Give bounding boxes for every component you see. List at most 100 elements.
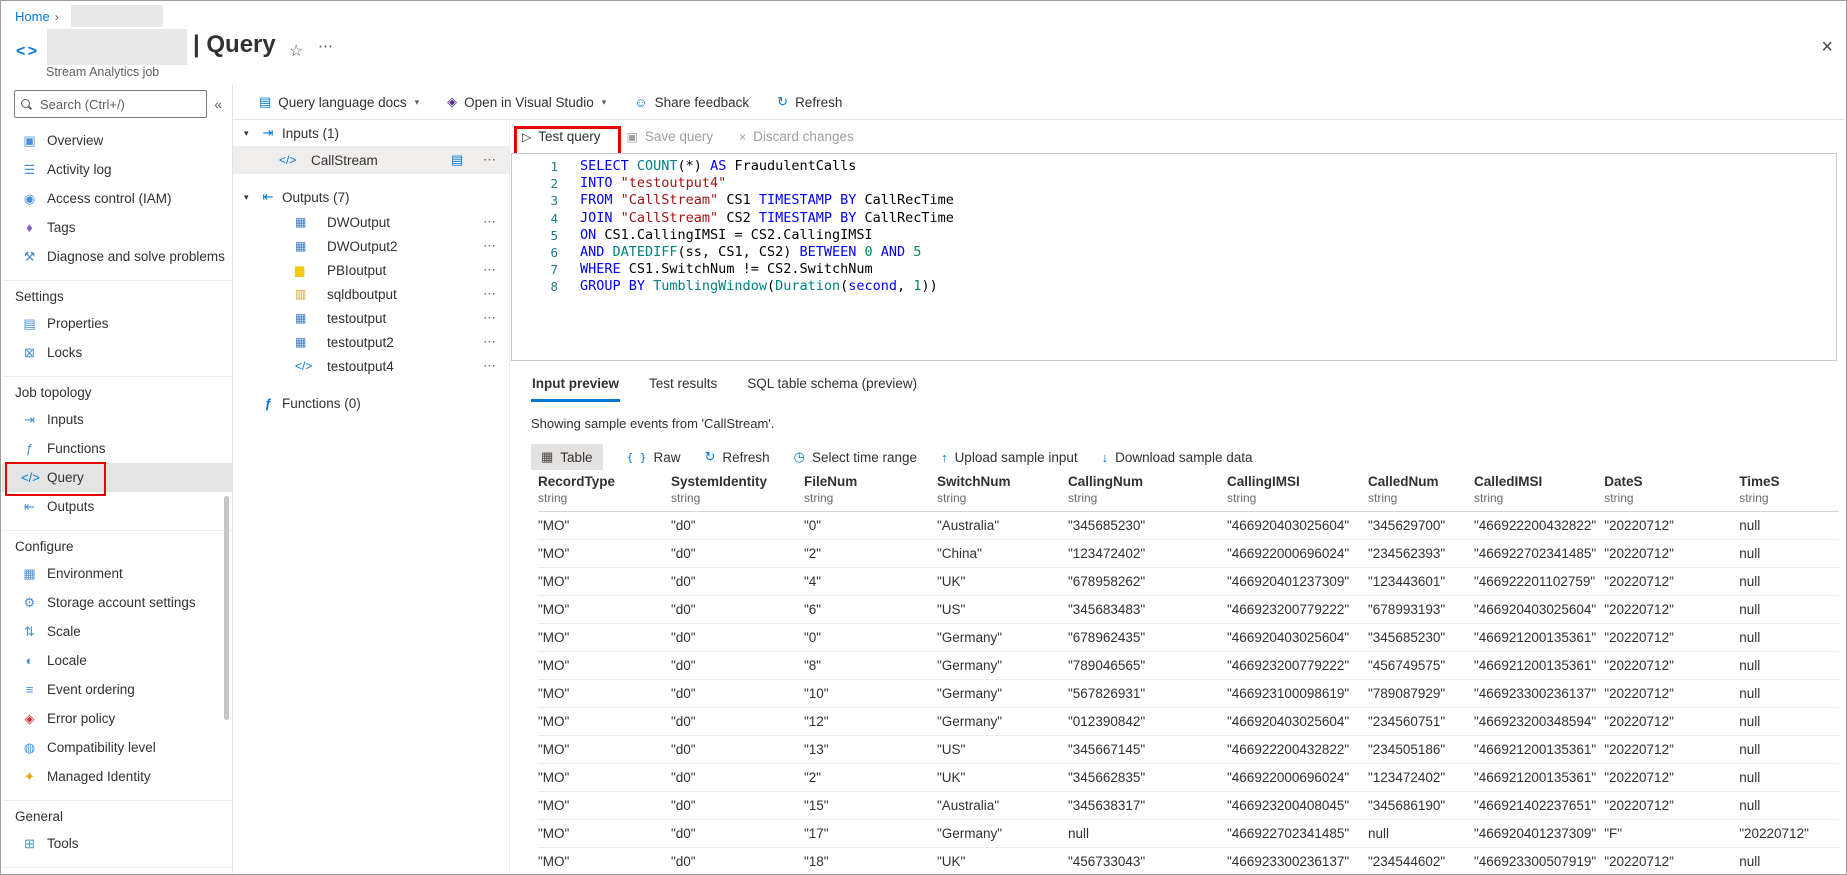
sidebar-item-functions[interactable]: ƒFunctions bbox=[2, 434, 232, 463]
sidebar-item-scale[interactable]: ⇅Scale bbox=[2, 617, 232, 646]
sidebar-item-overview[interactable]: ▣Overview bbox=[2, 126, 232, 155]
line-number: 8 bbox=[512, 278, 558, 295]
search-input[interactable] bbox=[38, 96, 200, 113]
spacer bbox=[233, 174, 509, 184]
more-options-button[interactable]: ⋯ bbox=[483, 262, 497, 278]
cell: "345683483" bbox=[1068, 596, 1227, 624]
test-query-button[interactable]: ▷ Test query bbox=[522, 129, 601, 144]
tab-test-results[interactable]: Test results bbox=[648, 372, 718, 402]
sidebar-item-query[interactable]: </>Query bbox=[2, 463, 232, 492]
query-editor[interactable]: 12345678 SELECT COUNT(*) AS FraudulentCa… bbox=[511, 153, 1837, 361]
tree-item-pbioutput[interactable]: ▆PBIoutput⋯ bbox=[233, 258, 509, 282]
cell: "MO" bbox=[538, 512, 671, 540]
cell: "4" bbox=[804, 568, 937, 596]
tab-sql-table-schema-preview[interactable]: SQL table schema (preview) bbox=[746, 372, 918, 402]
discard-changes-label: Discard changes bbox=[753, 129, 854, 144]
cell: "466923100098619" bbox=[1227, 680, 1368, 708]
sidebar-item-event-ordering[interactable]: ≡Event ordering bbox=[2, 675, 232, 704]
tree-item-testoutput2[interactable]: ▦testoutput2⋯ bbox=[233, 330, 509, 354]
cell: "d0" bbox=[671, 596, 804, 624]
title-more-options-icon[interactable]: ⋯ bbox=[318, 37, 334, 55]
cell: "466920403025604" bbox=[1227, 624, 1368, 652]
share-feedback-button[interactable]: ☺ Share feedback bbox=[634, 95, 749, 110]
tree-group-functions[interactable]: ƒFunctions (0) bbox=[233, 390, 509, 416]
tree-group-outputs[interactable]: ▾⇤Outputs (7) bbox=[233, 184, 509, 210]
refresh-button[interactable]: ↻ Refresh bbox=[777, 94, 842, 110]
breadcrumb-home-link[interactable]: Home bbox=[15, 9, 50, 24]
sidebar-item-error-policy[interactable]: ◈Error policy bbox=[2, 704, 232, 733]
more-options-button[interactable]: ⋯ bbox=[483, 310, 497, 326]
more-options-button[interactable]: ⋯ bbox=[483, 358, 497, 374]
sidebar-item-tags[interactable]: ♦Tags bbox=[2, 213, 232, 242]
tab-input-preview[interactable]: Input preview bbox=[531, 372, 620, 402]
cell: "d0" bbox=[671, 680, 804, 708]
tree-item-label: DWOutput2 bbox=[327, 239, 398, 254]
favorite-star-icon[interactable]: ☆ bbox=[289, 41, 303, 61]
tree-group-inputs[interactable]: ▾⇥Inputs (1) bbox=[233, 120, 509, 146]
cell: null bbox=[1739, 708, 1839, 736]
tree-item-sqldboutput[interactable]: ▥sqldboutput⋯ bbox=[233, 282, 509, 306]
access-control-iam-icon: ◉ bbox=[21, 191, 38, 207]
tree-item-dwoutput2[interactable]: ▦DWOutput2⋯ bbox=[233, 234, 509, 258]
close-blade-icon[interactable]: × bbox=[1821, 37, 1833, 57]
sidebar-item-tools[interactable]: ⊞Tools bbox=[2, 829, 232, 858]
cell: "466922702341485" bbox=[1227, 820, 1368, 848]
sidebar-item-locale[interactable]: ◐Locale bbox=[2, 646, 232, 675]
cell: "MO" bbox=[538, 792, 671, 820]
sidebar-item-compatibility-level[interactable]: ◍Compatibility level bbox=[2, 733, 232, 762]
cell: "466922200432822" bbox=[1227, 736, 1368, 764]
sidebar-scrollbar-thumb[interactable] bbox=[224, 496, 229, 720]
more-options-button[interactable]: ⋯ bbox=[483, 334, 497, 350]
column-type: string bbox=[1227, 491, 1360, 505]
line-numbers: 12345678 bbox=[512, 158, 570, 360]
sidebar-item-activity-log[interactable]: ☰Activity log bbox=[2, 155, 232, 184]
sample-data-region: RecordTypestringSystemIdentitystringFile… bbox=[538, 472, 1843, 873]
open-in-visual-studio-button[interactable]: ◈ Open in Visual Studio ▾ bbox=[447, 94, 606, 110]
column-header-times: TimeSstring bbox=[1739, 472, 1839, 512]
more-options-button[interactable]: ⋯ bbox=[483, 152, 497, 168]
table-button[interactable]: ▦Table bbox=[531, 444, 603, 470]
spacer bbox=[233, 378, 509, 390]
column-type: string bbox=[1604, 491, 1731, 505]
sidebar-item-inputs[interactable]: ⇥Inputs bbox=[2, 405, 232, 434]
collapse-sidebar-button[interactable]: « bbox=[214, 96, 222, 112]
sidebar-item-outputs[interactable]: ⇤Outputs bbox=[2, 492, 232, 521]
document-icon[interactable]: ▤ bbox=[451, 152, 463, 168]
discard-changes-button[interactable]: × Discard changes bbox=[739, 129, 854, 144]
chevron-down-icon[interactable]: ▾ bbox=[244, 192, 254, 203]
column-name: FileNum bbox=[804, 474, 929, 489]
cell: "Germany" bbox=[937, 624, 1068, 652]
table-row: "MO""d0""12""Germany""012390842""4669204… bbox=[538, 708, 1839, 736]
sidebar-section-settings: Settings bbox=[2, 280, 232, 309]
cell: "466923200348594" bbox=[1474, 708, 1604, 736]
select-time-range-button[interactable]: ◷Select time range bbox=[794, 449, 917, 465]
sidebar-item-environment[interactable]: ▦Environment bbox=[2, 559, 232, 588]
tree-item-testoutput[interactable]: ▦testoutput⋯ bbox=[233, 306, 509, 330]
raw-button[interactable]: { }Raw bbox=[627, 450, 681, 465]
query-language-docs-button[interactable]: ▤ Query language docs ▾ bbox=[259, 94, 419, 110]
save-query-button[interactable]: ▣ Save query bbox=[627, 129, 714, 144]
line-number: 5 bbox=[512, 227, 558, 244]
sidebar-item-properties[interactable]: ▤Properties bbox=[2, 309, 232, 338]
tree-item-dwoutput[interactable]: ▦DWOutput⋯ bbox=[233, 210, 509, 234]
code-line: GROUP BY TumblingWindow(Duration(second,… bbox=[580, 278, 1836, 295]
chevron-down-icon[interactable]: ▾ bbox=[244, 128, 254, 139]
cell: "466920401237309" bbox=[1227, 568, 1368, 596]
tree-item-callstream[interactable]: </>CallStream▤⋯ bbox=[233, 146, 509, 174]
cell: "2" bbox=[804, 540, 937, 568]
download-sample-data-button[interactable]: ↓Download sample data bbox=[1102, 450, 1253, 465]
more-options-button[interactable]: ⋯ bbox=[483, 286, 497, 302]
cell: "Germany" bbox=[937, 708, 1068, 736]
cell: "d0" bbox=[671, 764, 804, 792]
refresh-button[interactable]: ↻Refresh bbox=[704, 449, 769, 465]
sidebar-item-managed-identity[interactable]: ✦Managed Identity bbox=[2, 762, 232, 791]
tree-item-testoutput4[interactable]: </>testoutput4⋯ bbox=[233, 354, 509, 378]
cell: "20220712" bbox=[1604, 764, 1739, 792]
more-options-button[interactable]: ⋯ bbox=[483, 238, 497, 254]
sidebar-item-storage-account-settings[interactable]: ⚙Storage account settings bbox=[2, 588, 232, 617]
upload-sample-input-button[interactable]: ↑Upload sample input bbox=[941, 450, 1078, 465]
sidebar-item-locks[interactable]: ⊠Locks bbox=[2, 338, 232, 367]
sidebar-item-diagnose-and-solve-problems[interactable]: ⚒Diagnose and solve problems bbox=[2, 242, 232, 271]
sidebar-item-access-control-iam[interactable]: ◉Access control (IAM) bbox=[2, 184, 232, 213]
more-options-button[interactable]: ⋯ bbox=[483, 214, 497, 230]
